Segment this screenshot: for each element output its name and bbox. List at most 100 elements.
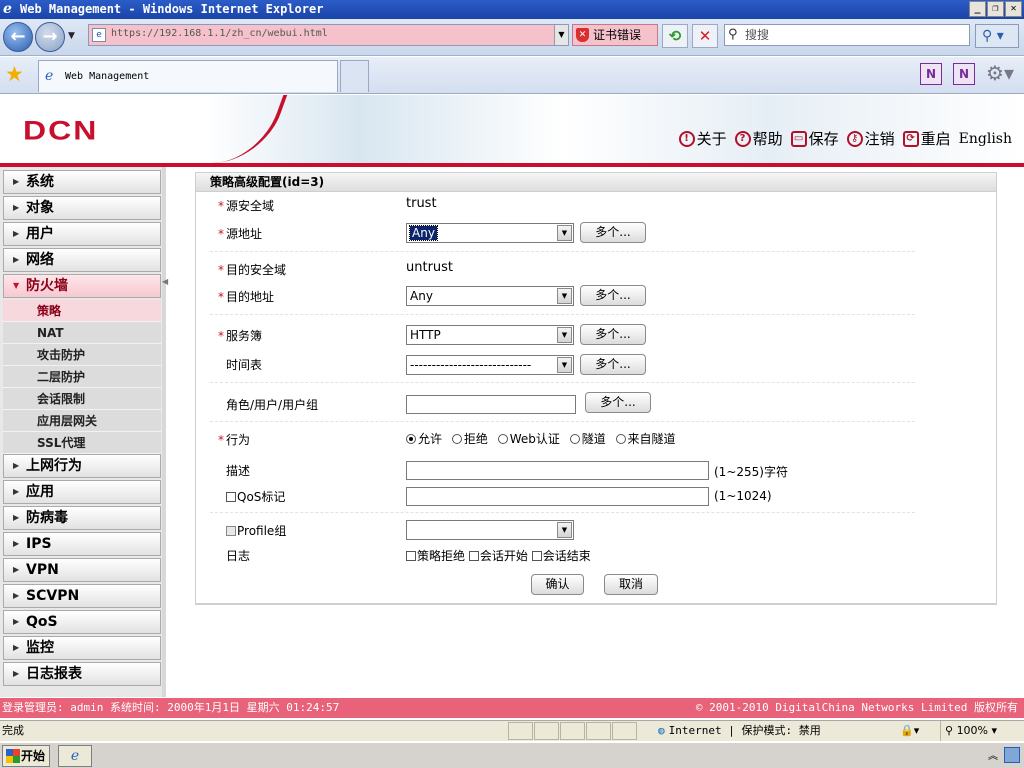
taskbar-ie-button[interactable]: e <box>58 745 92 767</box>
app-header: DCN ! 关于 ? 帮助 ▭ 保存 ⚷ 注销 ⟳ 重启 English <box>0 95 1024 163</box>
sidebar-collapse-handle[interactable]: ◀ <box>162 277 168 289</box>
forward-button[interactable]: → <box>35 22 65 52</box>
certificate-error-button[interactable]: ✕ 证书错误 <box>572 24 658 46</box>
role-input[interactable] <box>406 395 576 414</box>
save-link[interactable]: ▭ 保存 <box>790 128 839 149</box>
url-dropdown-icon[interactable]: ▼ <box>554 25 568 45</box>
sidebar-item-vpn[interactable]: ▶ VPN <box>3 558 161 582</box>
action-allow-radio[interactable]: 允许 <box>406 432 442 446</box>
action-tunnel-radio[interactable]: 隧道 <box>569 432 606 446</box>
action-webauth-radio[interactable]: Web认证 <box>497 432 560 446</box>
zoom-control[interactable]: ⚲ 100% ▾ <box>940 721 1020 741</box>
new-tab-button[interactable] <box>340 60 369 92</box>
back-button[interactable]: ← <box>3 22 33 52</box>
cancel-button[interactable]: 取消 <box>604 574 658 595</box>
description-input[interactable] <box>406 461 709 480</box>
security-zone[interactable]: ◍ Internet | 保护模式: 禁用 <box>658 721 821 741</box>
network-tray-icon[interactable] <box>1004 747 1020 763</box>
copyright: © 2001-2010 DigitalChina Networks Limite… <box>695 701 1018 714</box>
login-info: 登录管理员: admin 系统时间: 2000年1月1日 星期六 01:24:5… <box>2 701 340 714</box>
sidebar-item-network[interactable]: ▶ 网络 <box>3 248 161 272</box>
help-link[interactable]: ? 帮助 <box>734 128 783 149</box>
profile-select[interactable]: ▼ <box>406 520 574 540</box>
src-zone-label: * 源安全域 <box>218 197 274 214</box>
tab-web-management[interactable]: e Web Management <box>38 60 338 92</box>
src-addr-value: Any <box>409 225 438 241</box>
sidebar-subitem-alg[interactable]: 应用层网关 <box>3 410 161 432</box>
history-dropdown-icon[interactable]: ▼ <box>68 31 75 41</box>
qos-input[interactable] <box>406 487 709 506</box>
search-input[interactable]: ⚲ 搜搜 <box>724 24 970 46</box>
restart-link[interactable]: ⟳ 重启 <box>902 128 951 149</box>
panel-bottom-divider <box>195 604 997 605</box>
log-session-end-checkbox[interactable]: 会话结束 <box>531 549 591 563</box>
ok-button[interactable]: 确认 <box>531 574 584 595</box>
search-go-button[interactable]: ⚲ ▾ <box>975 24 1019 48</box>
ie-tab-icon: e <box>45 68 54 84</box>
sidebar-item-monitor[interactable]: ▶ 监控 <box>3 636 161 660</box>
sidebar-item-system[interactable]: ▶ 系统 <box>3 170 161 194</box>
gear-icon[interactable]: ⚙▾ <box>985 63 1015 85</box>
tray-expand-icon[interactable]: ︽ <box>988 747 998 762</box>
start-button[interactable]: 开始 <box>2 745 50 767</box>
sidebar-item-web-behavior[interactable]: ▶ 上网行为 <box>3 454 161 478</box>
log-policy-deny-checkbox[interactable]: 策略拒绝 <box>406 549 465 563</box>
minimize-icon[interactable]: _ <box>969 1 986 17</box>
action-deny-radio[interactable]: 拒绝 <box>451 432 488 446</box>
refresh-button[interactable]: ⟲ <box>662 24 688 48</box>
close-icon[interactable]: ✕ <box>1005 1 1022 17</box>
sidebar-subitem-session-limit[interactable]: 会话限制 <box>3 388 161 410</box>
src-addr-select[interactable]: Any ▼ <box>406 223 574 243</box>
profile-checkbox[interactable]: Profile组 <box>226 522 286 539</box>
restore-icon[interactable]: ❐ <box>987 1 1004 17</box>
sidebar-item-ips[interactable]: ▶ IPS <box>3 532 161 556</box>
sidebar-item-log-report[interactable]: ▶ 日志报表 <box>3 662 161 686</box>
sidebar-subitem-l2-defense[interactable]: 二层防护 <box>3 366 161 388</box>
english-link[interactable]: English <box>959 131 1012 147</box>
sidebar-subitem-nat[interactable]: NAT <box>3 322 161 344</box>
windows-logo-icon <box>6 749 20 763</box>
chevron-right-icon: ▶ <box>13 487 20 496</box>
chevron-right-icon: ▶ <box>13 461 20 470</box>
about-link[interactable]: ! 关于 <box>678 128 727 149</box>
lock-icon[interactable]: 🔒▾ <box>900 721 930 741</box>
action-allow-label: 允许 <box>418 432 443 446</box>
url-field[interactable]: e https://192.168.1.1/zh_cn/webui.html ▼ <box>88 24 569 46</box>
sidebar-item-antivirus[interactable]: ▶ 防病毒 <box>3 506 161 530</box>
onenote-send-icon[interactable]: N <box>920 63 942 85</box>
dst-addr-label-text: 目的地址 <box>226 290 275 304</box>
logout-link[interactable]: ⚷ 注销 <box>846 128 895 149</box>
profile-label: Profile组 <box>237 524 287 538</box>
sidebar-item-application[interactable]: ▶ 应用 <box>3 480 161 504</box>
role-more-button[interactable]: 多个... <box>585 392 651 413</box>
sidebar-subitem-ssl-proxy[interactable]: SSL代理 <box>3 432 161 454</box>
sidebar-item-objects[interactable]: ▶ 对象 <box>3 196 161 220</box>
sidebar-item-label: 上网行为 <box>26 458 82 474</box>
qos-hint: (1~1024) <box>714 489 772 503</box>
address-bar: ← → ▼ e https://192.168.1.1/zh_cn/webui.… <box>0 19 1024 56</box>
dst-addr-select[interactable]: Any ▼ <box>406 286 574 306</box>
favorites-star-icon[interactable]: ★ <box>5 62 24 86</box>
sidebar-item-qos[interactable]: ▶ QoS <box>3 610 161 634</box>
sidebar-item-scvpn[interactable]: ▶ SCVPN <box>3 584 161 608</box>
sidebar-item-firewall[interactable]: ▼ 防火墙 <box>3 274 161 298</box>
qos-checkbox[interactable]: QoS标记 <box>226 488 285 505</box>
browser-statusbar: 完成 ◍ Internet | 保护模式: 禁用 🔒▾ ⚲ 100% ▾ <box>0 720 1024 741</box>
schedule-more-button[interactable]: 多个... <box>580 354 646 375</box>
service-more-button[interactable]: 多个... <box>580 324 646 345</box>
onenote-icon[interactable]: N <box>953 63 975 85</box>
stop-button[interactable]: ✕ <box>692 24 718 48</box>
restart-label: 重启 <box>920 130 951 148</box>
chevron-right-icon: ▶ <box>13 591 20 600</box>
help-icon: ? <box>734 130 751 147</box>
dst-addr-more-button[interactable]: 多个... <box>580 285 646 306</box>
sidebar-subitem-attack-defense[interactable]: 攻击防护 <box>3 344 161 366</box>
src-addr-more-button[interactable]: 多个... <box>580 222 646 243</box>
sidebar-subitem-policy[interactable]: 策略 <box>3 300 161 322</box>
action-from-tunnel-radio[interactable]: 来自隧道 <box>615 432 676 446</box>
row-divider <box>210 421 915 422</box>
service-select[interactable]: HTTP ▼ <box>406 325 574 345</box>
sidebar-item-users[interactable]: ▶ 用户 <box>3 222 161 246</box>
schedule-select[interactable]: ---------------------------- ▼ <box>406 355 574 375</box>
log-session-start-checkbox[interactable]: 会话开始 <box>468 549 528 563</box>
